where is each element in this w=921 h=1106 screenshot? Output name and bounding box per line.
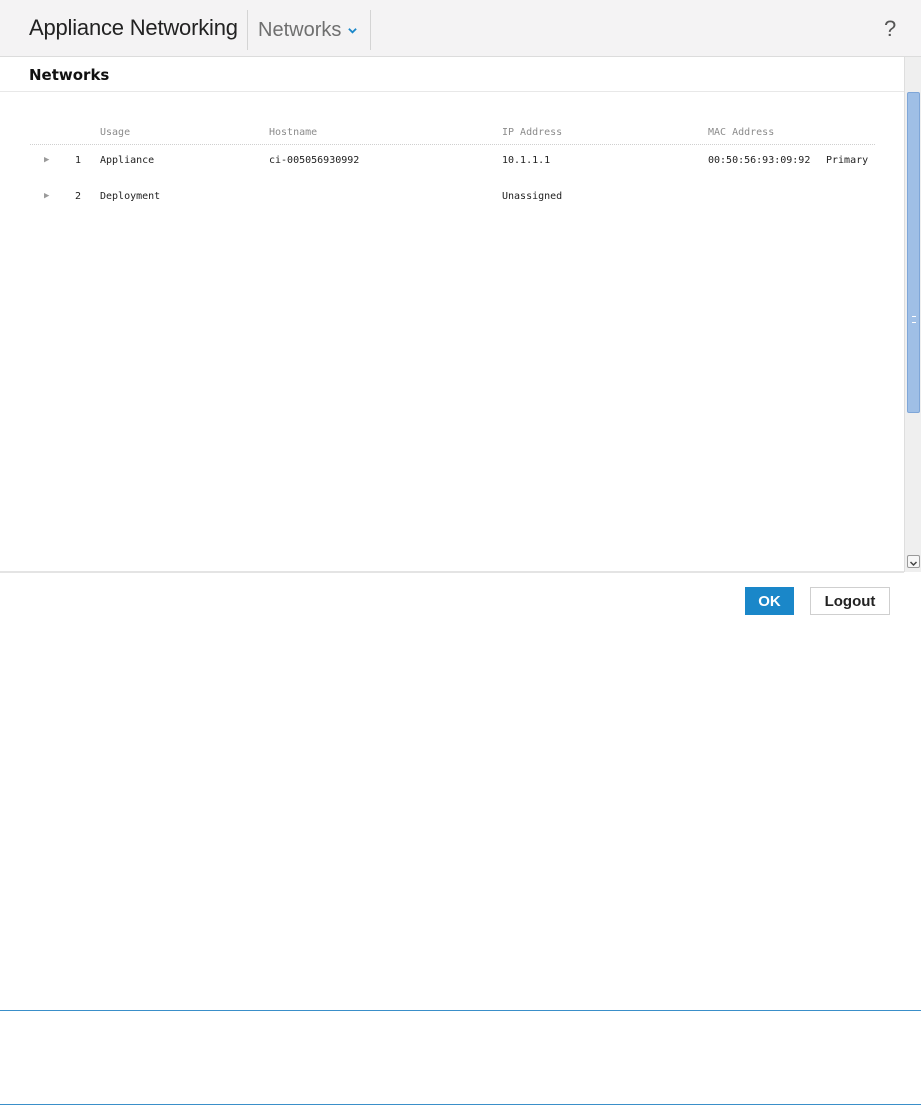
frame-divider — [0, 1104, 921, 1105]
expand-arrow-icon[interactable]: ▶ — [44, 155, 49, 165]
help-button[interactable]: ? — [884, 16, 896, 42]
column-header-mac-address: MAC Address — [708, 127, 775, 138]
frame-divider — [0, 1010, 921, 1011]
table-row[interactable]: ▶ 2 Deployment Unassigned — [30, 191, 875, 221]
app-header: Appliance Networking Networks ? — [0, 0, 921, 57]
row-index: 1 — [75, 155, 82, 166]
chevron-down-icon — [909, 561, 918, 567]
row-index: 2 — [75, 191, 82, 202]
column-header-hostname: Hostname — [269, 127, 318, 138]
section-title: Networks — [29, 66, 110, 84]
table-header: Usage Hostname IP Address MAC Address — [30, 120, 875, 145]
table-row[interactable]: ▶ 1 Appliance ci-005056930992 10.1.1.1 0… — [30, 155, 875, 185]
ip-address-cell: 10.1.1.1 — [502, 155, 551, 166]
column-header-ip-address: IP Address — [502, 127, 563, 138]
panel-bottom-divider — [0, 571, 904, 573]
vertical-scrollbar[interactable] — [904, 57, 921, 572]
column-header-usage: Usage — [100, 127, 131, 138]
usage-cell: Appliance — [100, 155, 155, 166]
networks-nav-dropdown[interactable]: Networks — [248, 0, 370, 56]
ip-address-cell: Unassigned — [502, 191, 563, 202]
header-divider — [370, 10, 371, 50]
scrollbar-thumb[interactable] — [907, 92, 920, 413]
role-cell: Primary — [826, 155, 869, 166]
expand-arrow-icon[interactable]: ▶ — [44, 191, 49, 201]
nav-dropdown-label: Networks — [258, 19, 342, 41]
hostname-cell: ci-005056930992 — [269, 155, 360, 166]
mac-address-cell: 00:50:56:93:09:92 — [708, 155, 811, 166]
ok-button[interactable]: OK — [745, 587, 794, 615]
app-title: Appliance Networking — [29, 15, 238, 40]
chevron-down-icon — [348, 28, 357, 34]
scrollbar-grip-icon — [912, 316, 916, 323]
logout-button[interactable]: Logout — [810, 587, 890, 615]
usage-cell: Deployment — [100, 191, 161, 202]
scroll-down-button[interactable] — [907, 555, 920, 568]
section-divider — [0, 91, 904, 92]
